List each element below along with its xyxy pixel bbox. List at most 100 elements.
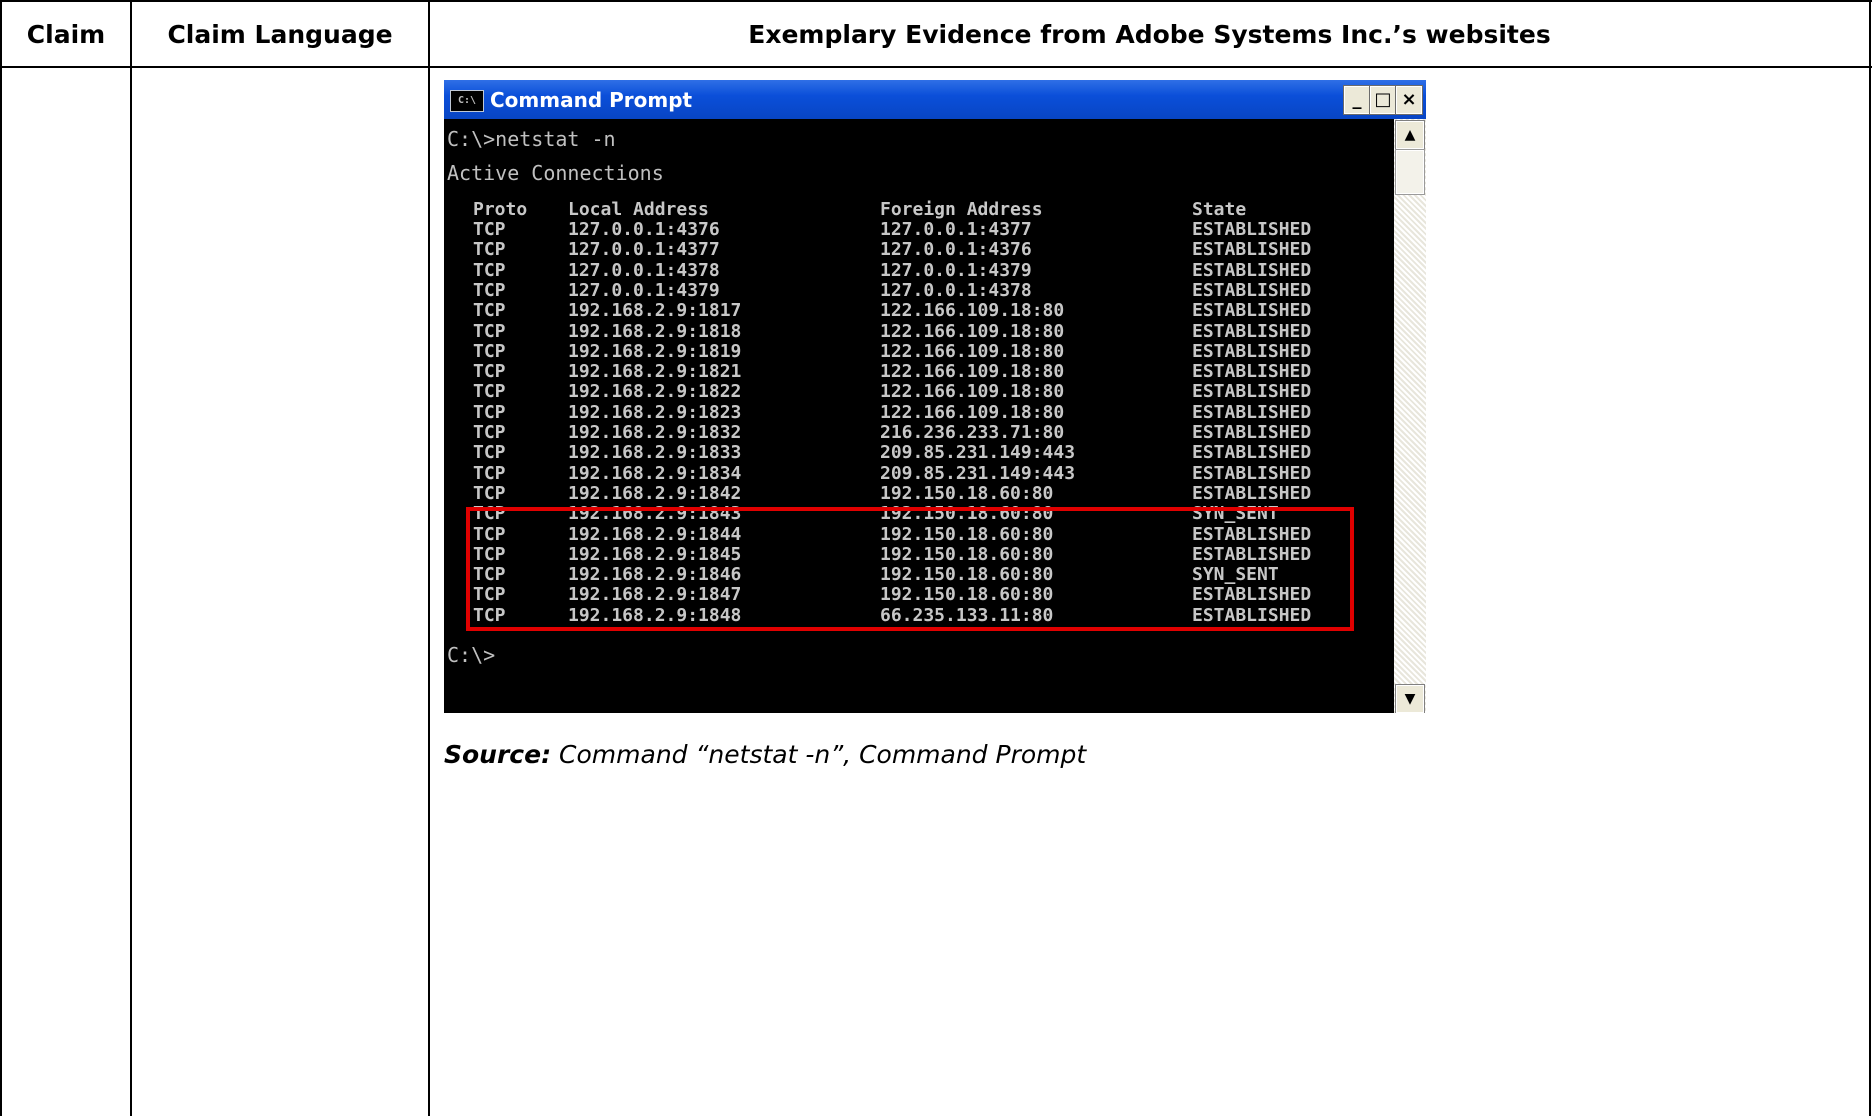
- connection-local-address: 192.168.2.9:1817: [568, 300, 742, 322]
- window-titlebar: C:\ Command Prompt _ □ ×: [444, 80, 1426, 119]
- connection-local-address: 192.168.2.9:1834: [568, 462, 742, 484]
- connection-foreign-address: 209.85.231.149:443: [880, 462, 1076, 484]
- connection-state: ESTABLISHED: [1192, 340, 1312, 362]
- close-button[interactable]: ×: [1395, 85, 1423, 115]
- connection-row: TCP 192.168.2.9:1833 209.85.231.149:443 EST…: [444, 443, 1394, 463]
- connection-proto: TCP: [473, 361, 506, 383]
- console-heading: Active Connections: [447, 161, 664, 185]
- connection-state: ESTABLISHED: [1192, 320, 1312, 342]
- window-title: Command Prompt: [490, 88, 693, 112]
- connection-proto: TCP: [473, 279, 506, 301]
- connection-local-address: 127.0.0.1:4378: [568, 259, 720, 281]
- minimize-button[interactable]: _: [1343, 85, 1371, 115]
- scroll-down-arrow-icon[interactable]: ▼: [1395, 684, 1425, 713]
- connection-proto: TCP: [473, 462, 506, 484]
- connection-state: ESTABLISHED: [1192, 239, 1312, 261]
- connection-state: ESTABLISHED: [1192, 442, 1312, 464]
- column-header-local-address: Local Address: [568, 199, 709, 220]
- connection-row: TCP 192.168.2.9:1817 122.166.109.18:80 ESTA…: [444, 301, 1394, 321]
- connection-proto: TCP: [473, 320, 506, 342]
- connection-row: TCP 192.168.2.9:1842 192.150.18.60:80 ESTAB…: [444, 482, 1394, 504]
- connection-row: TCP 192.168.2.9:1822 122.166.109.18:80 ESTA…: [444, 382, 1394, 402]
- connection-foreign-address: 127.0.0.1:4378: [880, 279, 1032, 301]
- connection-foreign-address: 127.0.0.1:4377: [880, 219, 1032, 240]
- header-exemplary-evidence: Exemplary Evidence from Adobe Systems In…: [748, 19, 1551, 49]
- connection-local-address: 192.168.2.9:1823: [568, 401, 742, 423]
- connection-row: TCP 127.0.0.1:4379 127.0.0.1:4378 ESTABLISH…: [444, 279, 1394, 301]
- connection-foreign-address: 209.85.231.149:443: [880, 442, 1076, 464]
- table-column-divider: [130, 0, 132, 1116]
- connection-foreign-address: 122.166.109.18:80: [880, 401, 1065, 423]
- connection-proto: TCP: [473, 422, 506, 443]
- console-command-line: C:\>netstat -n: [447, 127, 616, 151]
- connection-local-address: 127.0.0.1:4379: [568, 279, 720, 301]
- connection-foreign-address: 122.166.109.18:80: [880, 381, 1065, 403]
- connection-row: TCP 192.168.2.9:1821 122.166.109.18:80 ESTA…: [444, 362, 1394, 382]
- connection-foreign-address: 122.166.109.18:80: [880, 320, 1065, 342]
- connection-foreign-address: 127.0.0.1:4376: [880, 239, 1032, 261]
- maximize-button[interactable]: □: [1369, 85, 1397, 115]
- connection-proto: TCP: [473, 482, 506, 504]
- connection-proto: TCP: [473, 401, 506, 423]
- connection-foreign-address: 122.166.109.18:80: [880, 340, 1065, 362]
- connection-proto: TCP: [473, 259, 506, 281]
- connection-row: TCP 192.168.2.9:1832 216.236.233.71:80 ESTA…: [444, 423, 1394, 443]
- connection-foreign-address: 216.236.233.71:80: [880, 422, 1065, 443]
- header-claim-language: Claim Language: [167, 19, 393, 49]
- scrollbar-thumb[interactable]: [1395, 149, 1425, 195]
- connection-row: TCP 127.0.0.1:4378 127.0.0.1:4379 ESTABLISH…: [444, 259, 1394, 281]
- connection-proto: TCP: [473, 340, 506, 362]
- connection-row: TCP 192.168.2.9:1819 122.166.109.18:80 ESTA…: [444, 340, 1394, 362]
- connection-state: ESTABLISHED: [1192, 300, 1312, 322]
- connection-local-address: 192.168.2.9:1842: [568, 482, 742, 504]
- command-prompt-screenshot: C:\ Command Prompt _ □ × C:\>netstat -n …: [444, 80, 1426, 713]
- connection-proto: TCP: [473, 442, 506, 464]
- connection-local-address: 127.0.0.1:4377: [568, 239, 720, 261]
- connections-header-row: Proto Local Address Foreign Address Stat…: [444, 200, 1394, 220]
- table-border-left: [0, 0, 2, 1116]
- connection-proto: TCP: [473, 381, 506, 403]
- connection-proto: TCP: [473, 239, 506, 261]
- connection-row: TCP 192.168.2.9:1823 122.166.109.18:80 ESTA…: [444, 401, 1394, 423]
- column-header-foreign-address: Foreign Address: [880, 199, 1043, 220]
- connection-row: TCP 192.168.2.9:1818 122.166.109.18:80 ESTA…: [444, 320, 1394, 342]
- table-column-divider: [428, 0, 430, 1116]
- connection-foreign-address: 192.150.18.60:80: [880, 482, 1054, 504]
- source-caption: Source: Command “netstat -n”, Command Pr…: [444, 740, 1086, 769]
- connection-local-address: 192.168.2.9:1822: [568, 381, 742, 403]
- console-app-icon: C:\: [450, 90, 484, 112]
- connection-row: TCP 127.0.0.1:4377 127.0.0.1:4376 ESTABLISH…: [444, 240, 1394, 260]
- connection-state: ESTABLISHED: [1192, 462, 1312, 484]
- source-label: Source:: [444, 740, 552, 769]
- column-header-proto: Proto: [473, 199, 528, 220]
- connection-foreign-address: 122.166.109.18:80: [880, 300, 1065, 322]
- connection-state: ESTABLISHED: [1192, 401, 1312, 423]
- connection-foreign-address: 122.166.109.18:80: [880, 361, 1065, 383]
- table-header-divider: [0, 66, 1872, 68]
- connection-local-address: 192.168.2.9:1821: [568, 361, 742, 383]
- column-header-state: State: [1192, 199, 1247, 220]
- connection-row: TCP 192.168.2.9:1834 209.85.231.149:443 EST…: [444, 462, 1394, 484]
- scroll-up-arrow-icon[interactable]: ▲: [1395, 120, 1425, 150]
- connection-local-address: 192.168.2.9:1818: [568, 320, 742, 342]
- connection-state: ESTABLISHED: [1192, 361, 1312, 383]
- header-claim: Claim: [26, 19, 106, 49]
- connection-local-address: 127.0.0.1:4376: [568, 219, 720, 240]
- connection-foreign-address: 127.0.0.1:4379: [880, 259, 1032, 281]
- connection-state: ESTABLISHED: [1192, 422, 1312, 443]
- connection-local-address: 192.168.2.9:1819: [568, 340, 742, 362]
- connection-proto: TCP: [473, 219, 506, 240]
- highlight-box: [466, 507, 1354, 631]
- connection-local-address: 192.168.2.9:1832: [568, 422, 742, 443]
- connection-state: ESTABLISHED: [1192, 381, 1312, 403]
- vertical-scrollbar[interactable]: ▲ ▼: [1394, 119, 1426, 713]
- connection-local-address: 192.168.2.9:1833: [568, 442, 742, 464]
- source-text: Command “netstat -n”, Command Prompt: [551, 740, 1087, 769]
- table-border-right: [1869, 0, 1871, 1116]
- connection-state: ESTABLISHED: [1192, 482, 1312, 504]
- connection-state: ESTABLISHED: [1192, 259, 1312, 281]
- document-page: Claim Claim Language Exemplary Evidence …: [0, 0, 1872, 1116]
- connection-proto: TCP: [473, 300, 506, 322]
- connection-row: TCP 127.0.0.1:4376 127.0.0.1:4377 ESTABLISH…: [444, 220, 1394, 240]
- console-prompt: C:\>: [447, 643, 496, 667]
